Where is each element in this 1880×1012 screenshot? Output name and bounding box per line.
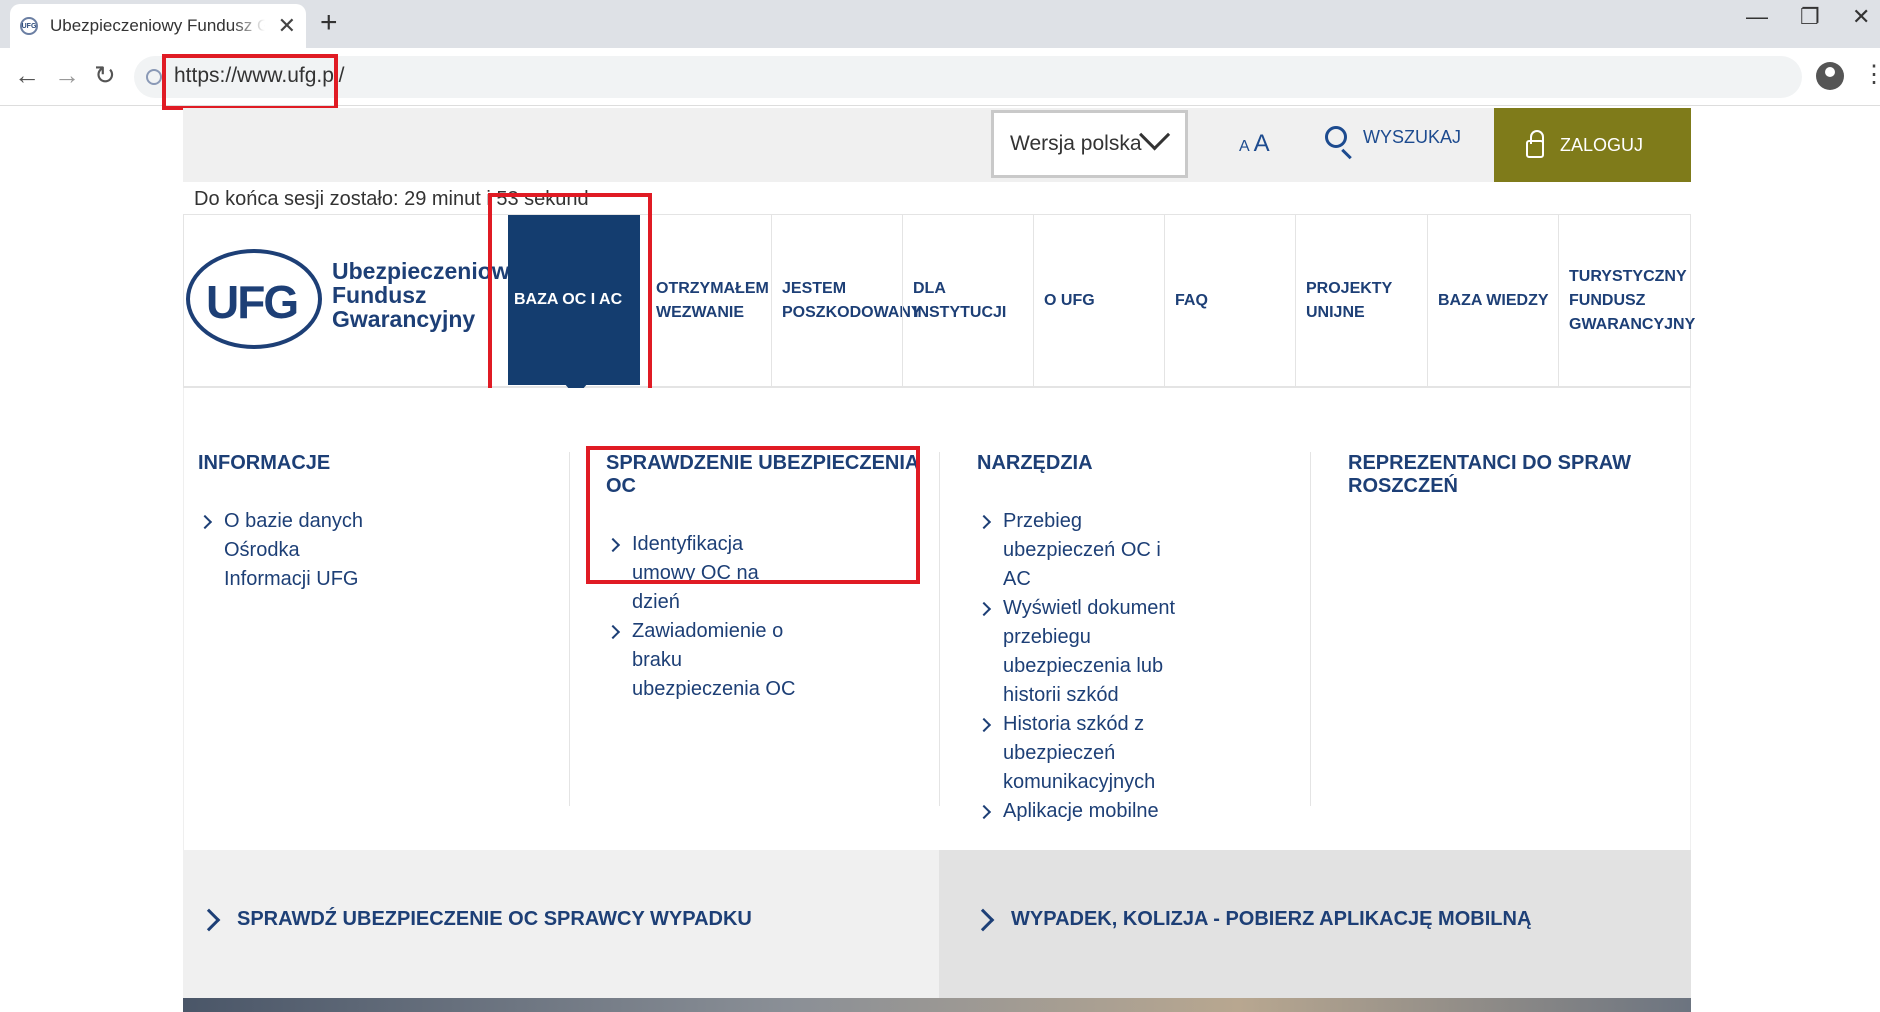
hero-image-strip (183, 998, 1691, 1012)
nav-label: INSTYTUCJI (913, 304, 1007, 321)
url-highlight-box (162, 54, 338, 110)
site-info-icon[interactable] (146, 69, 162, 85)
nav-label: GWARANCYJNY (1569, 316, 1696, 333)
minimize-icon[interactable]: — (1746, 4, 1768, 30)
nav-label: TURYSTYCZNY (1569, 268, 1687, 285)
nav-label: UNIJNE (1306, 304, 1365, 321)
login-label: ZALOGUJ (1560, 134, 1644, 155)
nav-label: POSZKODOWANY (782, 304, 922, 321)
nav-item-baza-wiedzy[interactable]: BAZA WIEDZY (1427, 215, 1558, 387)
chevron-down-icon (1139, 119, 1171, 151)
menu-column-title: INFORMACJE (198, 452, 331, 474)
column-divider (569, 452, 570, 806)
column-divider (939, 452, 940, 806)
lock-icon (1526, 130, 1544, 158)
profile-icon[interactable] (1816, 62, 1844, 90)
menu-column-informacje: INFORMACJE O bazie danych Ośrodka Inform… (198, 452, 538, 594)
nav-label: DLA (913, 280, 946, 297)
column-divider (1310, 452, 1311, 806)
menu-link[interactable]: Aplikacje mobilne (977, 797, 1177, 826)
main-nav: UFG Ubezpieczeniowy Fundusz Gwarancyjny … (183, 214, 1695, 397)
nav-label: O UFG (1044, 292, 1095, 309)
chevron-right-icon (971, 908, 995, 931)
nav-item-o-ufg[interactable]: O UFG (1033, 215, 1164, 387)
nav-item-projekty-unijne[interactable]: PROJEKTY UNIJNE (1295, 215, 1427, 387)
nav-label: FUNDUSZ (1569, 292, 1646, 309)
chevron-right-icon (197, 908, 221, 931)
tab-close-icon[interactable]: ✕ (278, 13, 296, 39)
promo-mobile-app[interactable]: WYPADEK, KOLIZJA - POBIERZ APLIKACJĘ MOB… (939, 850, 1691, 998)
menu-link[interactable]: Historia szkód z ubezpieczeń komunikacyj… (977, 710, 1177, 797)
forward-icon[interactable]: → (54, 60, 80, 91)
nav-label: PROJEKTY (1306, 280, 1393, 297)
menu-column-title[interactable]: REPREZENTANCI DO SPRAW ROSZCZEŃ (1348, 452, 1688, 498)
menu-column-narzedzia: NARZĘDZIA Przebieg ubezpieczeń OC i AC W… (977, 452, 1307, 826)
menu-column-reprezentanci: REPREZENTANCI DO SPRAW ROSZCZEŃ (1348, 452, 1688, 498)
nav-label: BAZA WIEDZY (1438, 292, 1549, 309)
mega-menu: INFORMACJE O bazie danych Ośrodka Inform… (183, 388, 1691, 850)
tab-title: Ubezpieczeniowy Fundusz Gwarancyjny (50, 16, 265, 35)
menu-column-title: NARZĘDZIA (977, 452, 1093, 474)
nav-item-jestem-poszkodowany[interactable]: JESTEM POSZKODOWANY (771, 215, 922, 387)
menu-link[interactable]: Przebieg ubezpieczeń OC i AC (977, 507, 1177, 594)
ufg-logo[interactable]: UFG Ubezpieczeniowy Fundusz Gwarancyjny (186, 249, 522, 355)
nav-label: FAQ (1175, 292, 1208, 309)
menu-highlight-box (586, 446, 920, 584)
search-label: WYSZUKAJ (1363, 126, 1462, 147)
font-large-button[interactable]: A (1254, 130, 1270, 157)
font-small-button[interactable]: A (1239, 138, 1250, 155)
logo-mark: UFG (206, 276, 299, 328)
nav-item-faq[interactable]: FAQ (1164, 215, 1295, 387)
nav-highlight-box (488, 193, 652, 411)
language-select[interactable]: Wersja polska (991, 110, 1188, 178)
back-icon[interactable]: ← (14, 60, 40, 91)
menu-link[interactable]: Wyświetl dokument przebiegu ubezpieczeni… (977, 594, 1177, 710)
reload-icon[interactable]: ↻ (94, 60, 116, 91)
nav-label: JESTEM (782, 280, 847, 297)
language-value: Wersja polska (1010, 132, 1142, 155)
new-tab-icon[interactable]: + (320, 6, 338, 40)
menu-link[interactable]: O bazie danych Ośrodka Informacji UFG (198, 507, 388, 594)
promo-link[interactable]: WYPADEK, KOLIZJA - POBIERZ APLIKACJĘ MOB… (971, 908, 1532, 931)
promo-label: SPRAWDŹ UBEZPIECZENIE OC SPRAWCY WYPADKU (237, 908, 752, 930)
nav-item-turystyczny-fundusz[interactable]: TURYSTYCZNY FUNDUSZ GWARANCYJNY (1558, 215, 1695, 387)
restore-icon[interactable]: ❐ (1800, 4, 1820, 30)
site-favicon-icon: UFG (20, 17, 38, 35)
nav-item-dla-instytucji[interactable]: DLA INSTYTUCJI (902, 215, 1033, 387)
nav-item-otrzymalem-wezwanie[interactable]: OTRZYMAŁEM WEZWANIE (646, 215, 769, 387)
browser-tab[interactable]: UFG Ubezpieczeniowy Fundusz Gwarancyjny … (10, 4, 306, 48)
url-input[interactable]: https://www.ufg.pl/ (134, 56, 1802, 98)
font-size-toggle[interactable]: AA (1239, 130, 1270, 158)
browser-tab-bar: UFG Ubezpieczeniowy Fundusz Gwarancyjny … (0, 0, 1880, 48)
promo-link[interactable]: SPRAWDŹ UBEZPIECZENIE OC SPRAWCY WYPADKU (197, 908, 752, 931)
site-utility-bar: Wersja polska AA WYSZUKAJ ZALOGUJ (183, 108, 1691, 182)
promo-check-oc[interactable]: SPRAWDŹ UBEZPIECZENIE OC SPRAWCY WYPADKU (183, 850, 939, 998)
search-icon (1325, 126, 1347, 148)
nav-label: WEZWANIE (656, 304, 744, 321)
search-button[interactable]: WYSZUKAJ (1325, 126, 1461, 148)
close-window-icon[interactable]: ✕ (1852, 4, 1870, 30)
menu-link[interactable]: Zawiadomienie o braku ubezpieczenia OC (606, 617, 806, 704)
browser-menu-icon[interactable]: ⋮ (1862, 60, 1880, 89)
login-button[interactable]: ZALOGUJ (1494, 108, 1691, 182)
promo-label: WYPADEK, KOLIZJA - POBIERZ APLIKACJĘ MOB… (1011, 908, 1532, 930)
nav-label: OTRZYMAŁEM (656, 280, 769, 297)
